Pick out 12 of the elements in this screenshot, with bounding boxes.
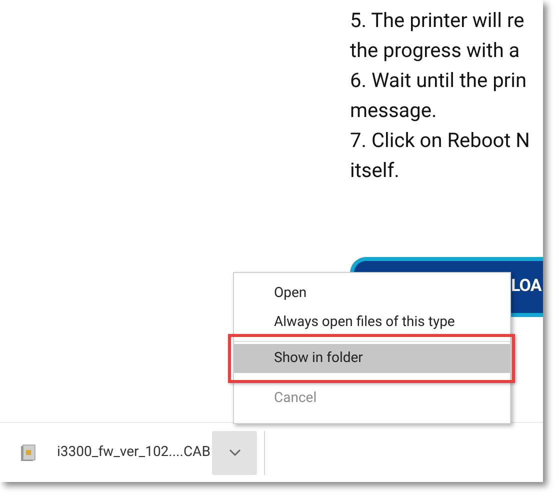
instruction-line: 5. The printer will re (350, 7, 526, 34)
instruction-line: itself. (350, 157, 400, 184)
menu-item[interactable]: Open (234, 279, 510, 308)
menu-item[interactable]: Show in folder (234, 344, 510, 373)
options-dropdown-button[interactable] (212, 430, 257, 474)
menu-item[interactable]: Always open files of this type (234, 308, 510, 337)
instruction-line: 7. Click on Reboot N (350, 127, 531, 154)
archive-file-icon (20, 444, 36, 462)
instruction-line: message. (350, 97, 438, 124)
instruction-line: the progress with a (350, 37, 521, 64)
instruction-line: 6. Wait until the prin (350, 67, 528, 94)
chevron-down-icon (228, 448, 240, 456)
